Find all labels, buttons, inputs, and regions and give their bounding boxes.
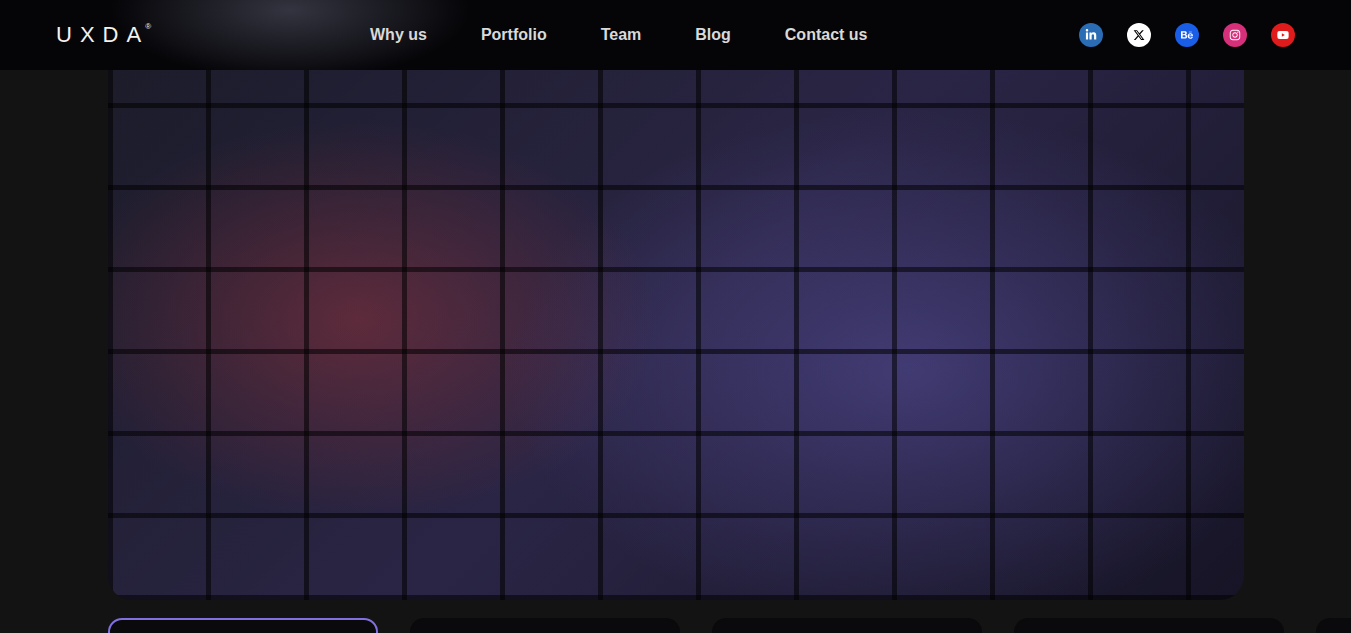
registered-mark: ® — [145, 22, 151, 31]
video-thumbnail[interactable] — [1316, 618, 1351, 633]
video-thumbnail[interactable] — [410, 618, 680, 633]
behance-icon[interactable] — [1175, 23, 1199, 47]
instagram-icon[interactable] — [1223, 23, 1247, 47]
video-thumbnail[interactable] — [712, 618, 982, 633]
x-icon[interactable] — [1127, 23, 1151, 47]
page: UXDA®Why us Portfolio Team Blog Contact us — [0, 0, 1351, 633]
nav: Why us Portfolio Team Blog Contact us — [370, 26, 1079, 44]
nav-item[interactable]: Blog — [695, 26, 731, 44]
social-links — [1079, 23, 1295, 47]
hero-video[interactable] — [108, 70, 1244, 600]
nav-item[interactable]: Why us — [370, 26, 427, 44]
logo[interactable]: UXDA® — [56, 22, 370, 48]
nav-item[interactable]: Contact us — [785, 26, 868, 44]
video-thumbnail[interactable] — [108, 618, 378, 633]
header: UXDA®Why us Portfolio Team Blog Contact us — [0, 0, 1351, 70]
youtube-icon[interactable] — [1271, 23, 1295, 47]
video-thumbnail[interactable] — [1014, 618, 1284, 633]
video-thumbnails — [0, 618, 1351, 633]
linkedin-icon[interactable] — [1079, 23, 1103, 47]
nav-item[interactable]: Team — [601, 26, 642, 44]
nav-item[interactable]: Portfolio — [481, 26, 547, 44]
